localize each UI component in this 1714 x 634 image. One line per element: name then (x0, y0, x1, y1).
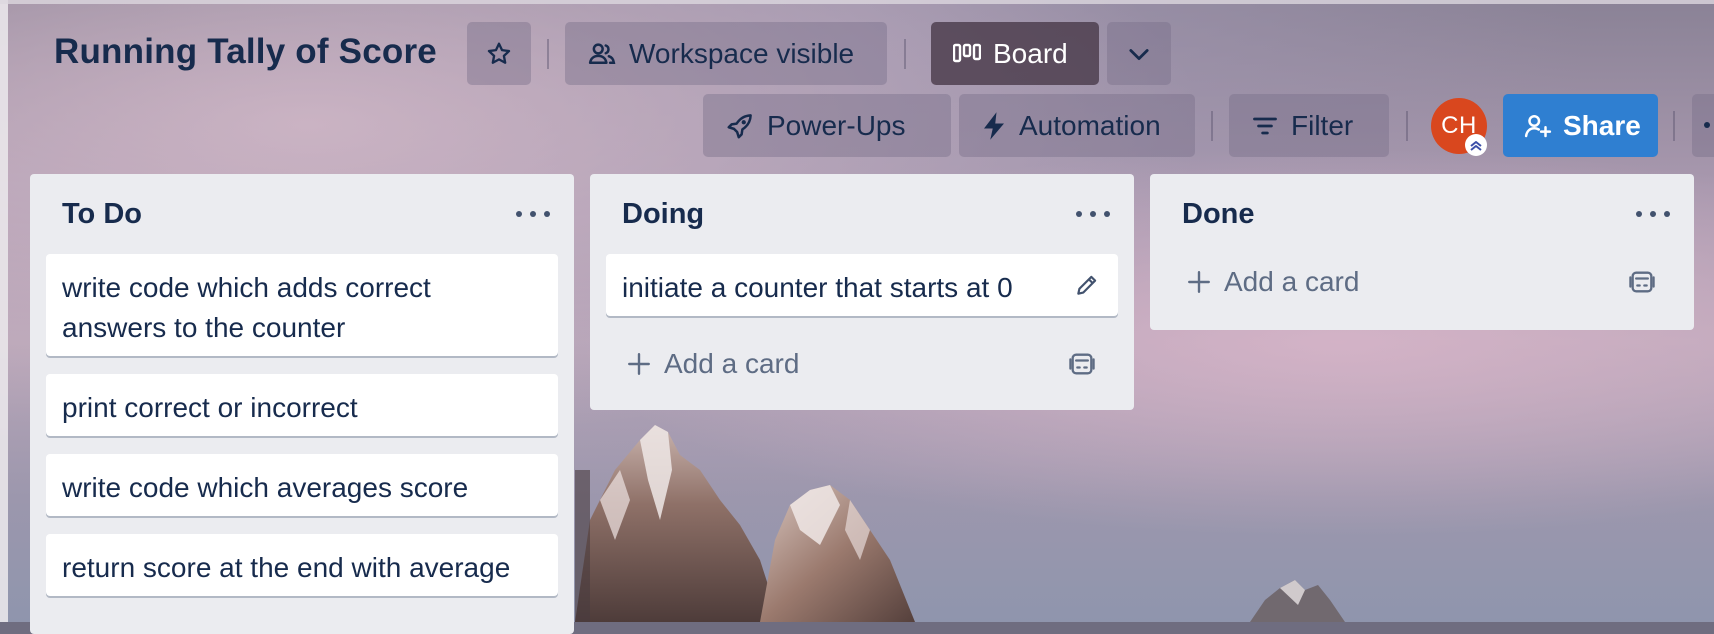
card[interactable]: print correct or incorrect (46, 374, 558, 436)
card[interactable]: return score at the end with average (46, 534, 558, 596)
template-icon[interactable] (1628, 268, 1656, 296)
list-title[interactable]: Done (1182, 198, 1255, 231)
star-icon (487, 42, 511, 64)
visibility-button[interactable]: Workspace visible (565, 22, 887, 85)
card-title: initiate a counter that starts at 0 (622, 272, 1013, 303)
add-card-button[interactable]: Add a card (1166, 254, 1678, 310)
window-edge (0, 0, 8, 622)
plus-icon (1188, 271, 1210, 293)
add-card-label: Add a card (1224, 266, 1360, 297)
rocket-icon (727, 113, 752, 138)
board-view-button[interactable]: Board (931, 22, 1099, 85)
view-switcher-button[interactable] (1107, 22, 1171, 85)
bolt-icon (984, 111, 1004, 140)
ellipsis-icon[interactable] (516, 204, 550, 224)
ellipsis-icon[interactable] (1076, 204, 1110, 224)
people-icon (588, 42, 616, 64)
list-todo: To Do write code which adds correct answ… (30, 174, 574, 634)
list-header: Done (1150, 174, 1694, 252)
list-header: To Do (30, 174, 574, 252)
board-title[interactable]: Running Tally of Score (54, 32, 437, 72)
filter-label: Filter (1291, 109, 1354, 141)
list-title[interactable]: Doing (622, 198, 704, 231)
plus-icon (628, 353, 650, 375)
header-divider (904, 39, 906, 69)
add-card-label: Add a card (664, 348, 800, 379)
window-top-border (0, 0, 1714, 4)
list-header: Doing (590, 174, 1134, 252)
powerups-label: Power-Ups (767, 109, 906, 141)
header-divider (1406, 111, 1408, 141)
share-button[interactable]: Share (1503, 94, 1658, 157)
admin-badge-icon (1465, 134, 1487, 156)
pencil-icon[interactable] (1074, 272, 1100, 298)
automation-button[interactable]: Automation (959, 94, 1195, 157)
card[interactable]: write code which averages score (46, 454, 558, 516)
ellipsis-icon (1704, 122, 1710, 128)
list-title[interactable]: To Do (62, 198, 142, 231)
automation-label: Automation (1019, 109, 1161, 141)
board-icon (953, 43, 981, 62)
header-divider (1673, 111, 1675, 141)
template-icon[interactable] (1068, 350, 1096, 378)
card-title: write code which averages score (62, 472, 469, 503)
chevron-down-icon (1129, 48, 1149, 60)
filter-button[interactable]: Filter (1229, 94, 1389, 157)
card[interactable]: initiate a counter that starts at 0 (606, 254, 1118, 316)
header-divider (1211, 111, 1213, 141)
header-divider (547, 39, 549, 69)
card-title: write code which adds correct answers to… (62, 272, 431, 343)
card-title: print correct or incorrect (62, 392, 358, 423)
card[interactable]: write code which adds correct answers to… (46, 254, 558, 356)
share-label: Share (1563, 109, 1641, 141)
card-title: return score at the end with average (62, 552, 511, 583)
add-person-icon (1524, 114, 1552, 137)
add-card-button[interactable]: Add a card (606, 336, 1118, 392)
board-view-label: Board (993, 37, 1068, 69)
filter-icon (1253, 117, 1277, 134)
list-doing: Doing initiate a counter that starts at … (590, 174, 1134, 410)
board-menu-button[interactable] (1692, 94, 1714, 157)
list-done: Done Add a card (1150, 174, 1694, 330)
visibility-label: Workspace visible (629, 37, 855, 69)
star-button[interactable] (467, 22, 531, 85)
powerups-button[interactable]: Power-Ups (703, 94, 951, 157)
ellipsis-icon[interactable] (1636, 204, 1670, 224)
